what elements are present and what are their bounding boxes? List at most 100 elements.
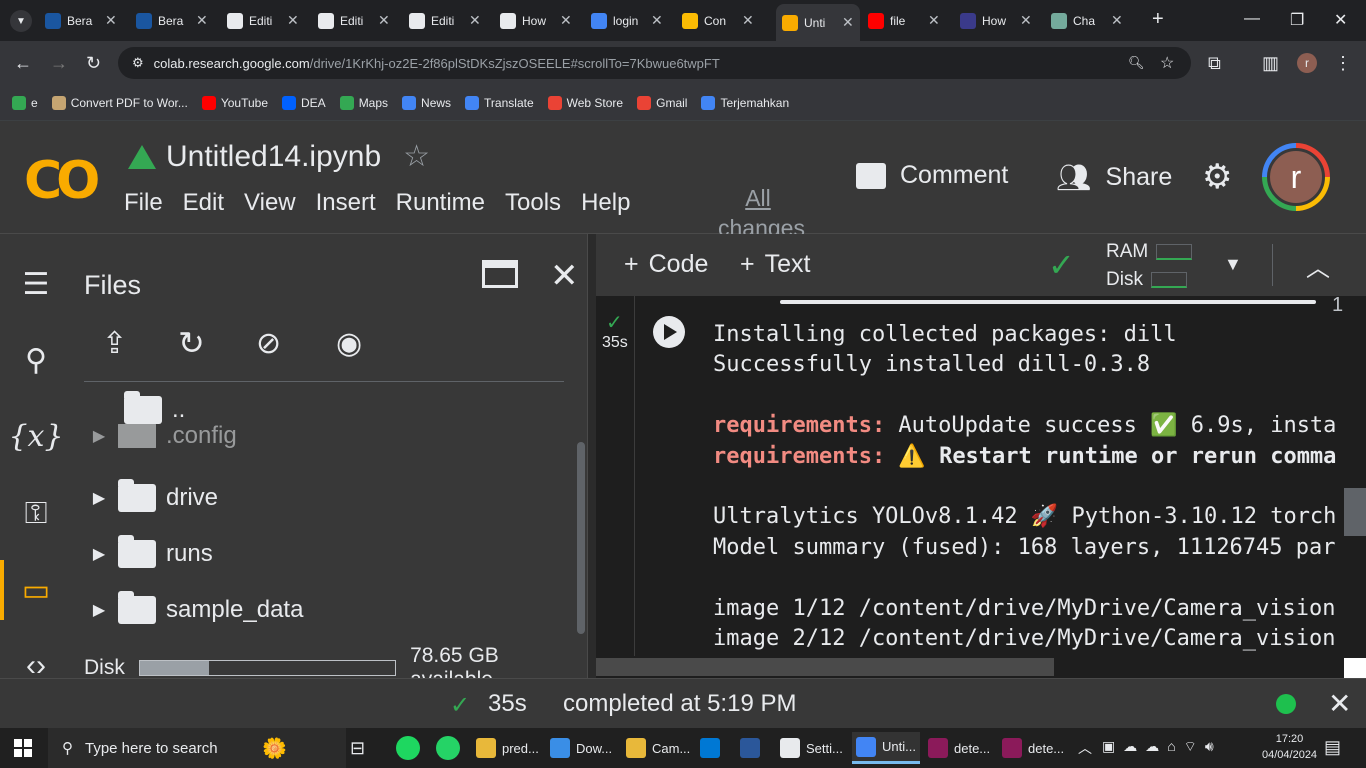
table-of-contents-icon[interactable]: ☰ bbox=[14, 262, 58, 306]
restore-button[interactable]: ❐ bbox=[1290, 10, 1304, 30]
taskbar-app[interactable] bbox=[700, 732, 726, 764]
bookmark-item[interactable]: Convert PDF to Wor... bbox=[51, 95, 188, 110]
expand-arrow-icon[interactable]: ▶ bbox=[84, 600, 114, 620]
profile-avatar[interactable]: r bbox=[1297, 53, 1317, 73]
whatsapp-icon[interactable] bbox=[436, 736, 460, 760]
menu-item-help[interactable]: Help bbox=[581, 189, 630, 217]
tab-search-button[interactable]: ▼ bbox=[10, 10, 32, 32]
upload-file-icon[interactable]: ⇪ bbox=[102, 326, 127, 361]
show-hidden-icons[interactable]: ︿ bbox=[1078, 738, 1092, 758]
menu-item-runtime[interactable]: Runtime bbox=[396, 189, 485, 217]
clock[interactable]: 17:20 04/04/2024 bbox=[1262, 731, 1317, 763]
window-close-button[interactable]: ✕ bbox=[1334, 10, 1347, 30]
spotify-icon[interactable] bbox=[396, 736, 420, 760]
search-icon[interactable]: ⚲ bbox=[14, 338, 58, 382]
add-text-button[interactable]: + Text bbox=[740, 250, 810, 279]
variables-icon[interactable]: {x} bbox=[8, 414, 63, 458]
runtime-dropdown-icon[interactable]: ▼ bbox=[1224, 254, 1242, 275]
tab-close-icon[interactable]: ✕ bbox=[742, 12, 754, 29]
browser-tab[interactable]: login ✕ bbox=[591, 8, 663, 33]
bookmark-item[interactable]: Gmail bbox=[637, 95, 687, 110]
panel-resize-handle[interactable] bbox=[588, 234, 596, 678]
menu-item-file[interactable]: File bbox=[124, 189, 163, 217]
taskbar-app[interactable] bbox=[740, 732, 766, 764]
url-input[interactable]: ⚙ colab.research.google.com/drive/1KrKhj… bbox=[118, 47, 1191, 79]
expand-arrow-icon[interactable]: ▶ bbox=[84, 544, 114, 564]
extensions-icon[interactable]: ⧉ bbox=[1208, 53, 1221, 74]
browser-tab[interactable]: Unti ✕ bbox=[776, 4, 860, 41]
bookmark-star-icon[interactable]: ☆ bbox=[1160, 53, 1174, 73]
menu-item-view[interactable]: View bbox=[244, 189, 296, 217]
browser-tab[interactable]: Editi ✕ bbox=[409, 8, 481, 33]
taskbar-app[interactable]: dete... bbox=[1002, 732, 1064, 764]
tab-close-icon[interactable]: ✕ bbox=[1020, 12, 1032, 29]
bookmark-item[interactable]: YouTube bbox=[201, 95, 268, 110]
taskbar-app[interactable]: Setti... bbox=[780, 732, 843, 764]
collapse-header-icon[interactable]: ︿ bbox=[1306, 248, 1330, 283]
reload-icon[interactable]: ↻ bbox=[86, 53, 101, 74]
colab-logo[interactable]: CO bbox=[24, 151, 100, 211]
menu-item-edit[interactable]: Edit bbox=[183, 189, 224, 217]
browser-menu-icon[interactable]: ⋮ bbox=[1334, 53, 1352, 74]
forward-icon[interactable]: → bbox=[50, 53, 68, 74]
horizontal-scrollbar[interactable] bbox=[596, 658, 1054, 676]
close-status-icon[interactable]: ✕ bbox=[1328, 687, 1351, 720]
taskbar-app[interactable]: dete... bbox=[928, 732, 990, 764]
close-panel-icon[interactable]: ✕ bbox=[550, 256, 579, 296]
taskbar-app[interactable]: Cam... bbox=[626, 732, 690, 764]
new-tab-button[interactable]: + bbox=[1152, 8, 1164, 31]
account-avatar[interactable]: r bbox=[1262, 143, 1330, 211]
bookmark-item[interactable]: Web Store bbox=[547, 95, 623, 110]
tab-close-icon[interactable]: ✕ bbox=[378, 12, 390, 29]
show-hidden-icon[interactable]: ◉ bbox=[336, 326, 362, 361]
tab-close-icon[interactable]: ✕ bbox=[287, 12, 299, 29]
bookmark-item[interactable]: DEA bbox=[282, 95, 326, 110]
bookmark-item[interactable]: News bbox=[402, 95, 451, 110]
browser-tab[interactable]: How ✕ bbox=[960, 8, 1032, 33]
browser-tab[interactable]: How ✕ bbox=[500, 8, 572, 33]
settings-icon[interactable]: ⚙ bbox=[1202, 157, 1232, 197]
tab-close-icon[interactable]: ✕ bbox=[105, 12, 117, 29]
tab-close-icon[interactable]: ✕ bbox=[928, 12, 940, 29]
comment-button[interactable]: Comment bbox=[856, 161, 1008, 190]
files-folder-icon[interactable]: ▭ bbox=[14, 568, 58, 612]
notifications-icon[interactable]: ▤ bbox=[1324, 737, 1341, 758]
file-tree-item[interactable]: ▶ runs bbox=[84, 534, 213, 574]
browser-tab[interactable]: Editi ✕ bbox=[227, 8, 299, 33]
tab-close-icon[interactable]: ✕ bbox=[469, 12, 481, 29]
run-cell-button[interactable] bbox=[653, 316, 685, 348]
tab-close-icon[interactable]: ✕ bbox=[1111, 12, 1123, 29]
tab-close-icon[interactable]: ✕ bbox=[560, 12, 572, 29]
bookmark-item[interactable]: Translate bbox=[465, 95, 534, 110]
tab-close-icon[interactable]: ✕ bbox=[651, 12, 663, 29]
tab-close-icon[interactable]: ✕ bbox=[842, 14, 854, 31]
menu-item-tools[interactable]: Tools bbox=[505, 189, 561, 217]
refresh-icon[interactable]: ↻ bbox=[178, 324, 205, 362]
add-code-button[interactable]: + Code bbox=[624, 250, 708, 279]
expand-arrow-icon[interactable]: ▶ bbox=[84, 488, 114, 508]
browser-tab[interactable]: Con ✕ bbox=[682, 8, 754, 33]
output-scrollbar-thumb[interactable] bbox=[1344, 488, 1366, 536]
site-info-icon[interactable]: ⚙ bbox=[132, 55, 144, 71]
star-icon[interactable]: ☆ bbox=[403, 139, 430, 174]
file-tree-item[interactable]: ▶ drive bbox=[84, 478, 218, 518]
browser-tab[interactable]: file ✕ bbox=[868, 8, 940, 33]
unmount-drive-icon[interactable]: ⊘ bbox=[256, 326, 281, 361]
minimize-button[interactable]: — bbox=[1244, 10, 1260, 28]
resource-monitor[interactable]: RAM Disk bbox=[1106, 238, 1193, 294]
file-tree-item[interactable]: ▶ .config bbox=[84, 424, 237, 448]
expand-arrow-icon[interactable]: ▶ bbox=[84, 426, 114, 446]
taskbar-app[interactable]: pred... bbox=[476, 732, 539, 764]
pop-out-icon[interactable] bbox=[482, 260, 518, 288]
browser-tab[interactable]: Editi ✕ bbox=[318, 8, 390, 33]
task-view-icon[interactable]: ⊟ bbox=[350, 738, 365, 759]
taskbar-app[interactable]: Dow... bbox=[550, 732, 612, 764]
side-panel-icon[interactable]: ▥ bbox=[1262, 53, 1279, 74]
browser-tab[interactable]: Bera ✕ bbox=[136, 8, 208, 33]
menu-item-insert[interactable]: Insert bbox=[316, 189, 376, 217]
tab-close-icon[interactable]: ✕ bbox=[196, 12, 208, 29]
taskbar-search[interactable]: ⚲ Type here to search 🌼 bbox=[48, 728, 346, 768]
share-button[interactable]: 👥︎ Share bbox=[1056, 161, 1172, 194]
notebook-title[interactable]: Untitled14.ipynb bbox=[166, 140, 381, 174]
code-snippets-icon[interactable]: ‹› bbox=[14, 654, 58, 678]
